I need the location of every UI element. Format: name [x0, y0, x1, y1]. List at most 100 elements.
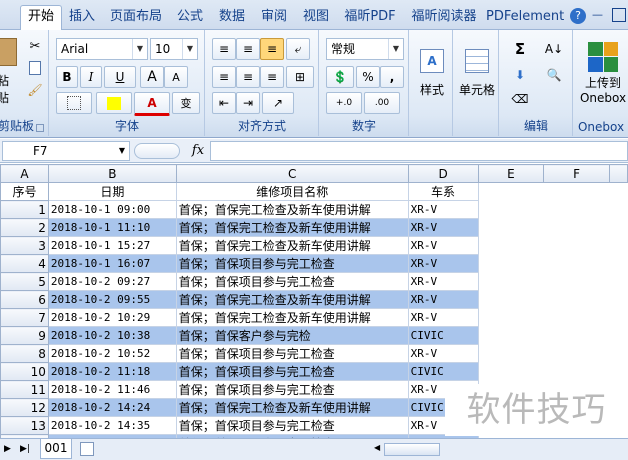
align-right-button[interactable]: ≡	[260, 66, 284, 88]
empty-cell[interactable]	[478, 182, 544, 201]
tab-home[interactable]: 开始	[20, 5, 62, 32]
first-sheet-icon[interactable]: ▶	[4, 442, 16, 456]
date-cell[interactable]: 2018-10-2 09:55	[47, 290, 177, 309]
orientation-button[interactable]: ↗	[262, 92, 294, 114]
item-cell[interactable]: 首保；首保项目参与完工检查	[175, 272, 409, 291]
empty-cell[interactable]	[544, 255, 610, 273]
tab-data[interactable]: 数据	[214, 6, 250, 30]
align-bottom-button[interactable]: ≡	[260, 38, 284, 60]
scroll-left-icon[interactable]: ◀	[374, 443, 382, 455]
name-box[interactable]: F7 ▼	[2, 141, 130, 161]
empty-cell[interactable]	[544, 363, 610, 381]
car-cell[interactable]: XR-V	[407, 254, 479, 273]
empty-cell[interactable]	[544, 201, 610, 219]
last-sheet-icon[interactable]: ▶|	[20, 442, 32, 456]
date-cell[interactable]: 2018-10-2 11:46	[47, 380, 177, 399]
autosum-button[interactable]: Σ	[504, 38, 536, 60]
row-number-cell[interactable]: 4	[0, 254, 49, 273]
empty-cell[interactable]	[544, 345, 610, 363]
item-cell[interactable]: 首保；首保项目参与完工检查	[175, 416, 409, 435]
sheet-tab-001[interactable]: 001	[40, 439, 72, 459]
row-number-cell[interactable]: 8	[0, 344, 49, 363]
underline-button[interactable]: U	[104, 66, 136, 88]
fill-button[interactable]: ⬇	[504, 64, 536, 86]
empty-cell[interactable]	[544, 237, 610, 255]
empty-cell[interactable]	[544, 273, 610, 291]
empty-cell[interactable]	[478, 219, 544, 237]
column-header-b[interactable]: B	[47, 164, 177, 183]
date-cell[interactable]: 2018-10-1 09:00	[47, 200, 177, 219]
grow-font-button[interactable]: A	[140, 66, 164, 88]
copy-icon[interactable]	[24, 58, 46, 78]
date-cell[interactable]: 2018-10-2 14:24	[47, 398, 177, 417]
insert-function-button[interactable]: fx	[188, 141, 208, 161]
empty-cell[interactable]	[478, 291, 544, 309]
row-number-cell[interactable]: 12	[0, 398, 49, 417]
header-cell-item[interactable]: 维修项目名称	[175, 182, 409, 201]
item-cell[interactable]: 首保；首保完工检查及新车使用讲解	[175, 236, 409, 255]
tab-foxit-reader[interactable]: 福昕阅读器	[404, 6, 484, 30]
column-header-a[interactable]: A	[0, 164, 49, 183]
merge-center-button[interactable]: ⊞	[286, 66, 314, 88]
date-cell[interactable]: 2018-10-2 10:52	[47, 344, 177, 363]
date-cell[interactable]: 2018-10-2 10:29	[47, 308, 177, 327]
date-cell[interactable]: 2018-10-2 14:35	[47, 416, 177, 435]
paste-button[interactable]: 粘贴	[0, 36, 20, 108]
car-cell[interactable]: XR-V	[407, 272, 479, 291]
formula-expand-handle[interactable]	[134, 143, 180, 159]
format-painter-icon[interactable]: 🖌	[24, 80, 46, 100]
header-cell-date[interactable]: 日期	[47, 182, 177, 201]
date-cell[interactable]: 2018-10-1 11:10	[47, 218, 177, 237]
find-select-button[interactable]: 🔍	[538, 64, 570, 86]
align-left-button[interactable]: ≡	[212, 66, 236, 88]
item-cell[interactable]: 首保；首保完工检查及新车使用讲解	[175, 290, 409, 309]
column-header-d[interactable]: D	[407, 164, 479, 183]
increase-indent-button[interactable]: ⇥	[236, 92, 260, 114]
align-top-button[interactable]: ≡	[212, 38, 236, 60]
item-cell[interactable]: 首保；首保项目参与完工检查	[175, 380, 409, 399]
empty-cell[interactable]	[478, 309, 544, 327]
empty-cell[interactable]	[478, 273, 544, 291]
font-name-select[interactable]: Arial ▼	[56, 38, 148, 60]
item-cell[interactable]: 首保；首保客户参与完检	[175, 326, 409, 345]
clear-button[interactable]: ⌫	[504, 88, 536, 110]
borders-button[interactable]	[56, 92, 92, 114]
car-cell[interactable]: CIVIC	[407, 362, 479, 381]
empty-cell[interactable]	[478, 327, 544, 345]
date-cell[interactable]: 2018-10-1 16:07	[47, 254, 177, 273]
car-cell[interactable]: XR-V	[407, 218, 479, 237]
item-cell[interactable]: 首保；首保项目参与完工检查	[175, 362, 409, 381]
wrap-text-button[interactable]: ⤶	[286, 38, 310, 60]
empty-cell[interactable]	[543, 182, 610, 201]
cells-button[interactable]: 单元格	[456, 36, 498, 110]
cut-icon[interactable]: ✂	[24, 36, 46, 56]
decrease-decimal-button[interactable]: .00	[364, 92, 400, 114]
row-number-cell[interactable]: 10	[0, 362, 49, 381]
increase-decimal-button[interactable]: +.0	[326, 92, 362, 114]
restore-icon[interactable]	[612, 8, 626, 22]
empty-cell[interactable]	[544, 327, 610, 345]
date-cell[interactable]: 2018-10-1 15:27	[47, 236, 177, 255]
clipboard-launcher-icon[interactable]	[36, 124, 44, 132]
item-cell[interactable]: 首保；首保完工检查及新车使用讲解	[175, 398, 409, 417]
fill-color-button[interactable]	[96, 92, 132, 114]
styles-button[interactable]: A 样式	[412, 36, 452, 110]
empty-cell[interactable]	[544, 309, 610, 327]
tab-review[interactable]: 审阅	[256, 6, 292, 30]
tab-formulas[interactable]: 公式	[172, 6, 208, 30]
date-cell[interactable]: 2018-10-2 10:38	[47, 326, 177, 345]
tab-view[interactable]: 视图	[298, 6, 334, 30]
bold-button[interactable]: B	[56, 66, 78, 88]
car-cell[interactable]: XR-V	[407, 308, 479, 327]
horizontal-scrollbar[interactable]	[384, 443, 440, 456]
item-cell[interactable]: 首保；首保项目参与完工检查	[175, 344, 409, 363]
empty-cell[interactable]	[478, 255, 544, 273]
phonetic-button[interactable]: 变	[172, 92, 200, 114]
minimize-icon[interactable]: —	[592, 8, 606, 22]
header-cell-car[interactable]: 车系	[407, 182, 479, 201]
tab-pdfelement[interactable]: PDFelement	[486, 6, 564, 30]
empty-cell[interactable]	[544, 219, 610, 237]
insert-sheet-icon[interactable]	[76, 441, 100, 457]
font-color-button[interactable]: A	[134, 92, 170, 116]
row-number-cell[interactable]: 5	[0, 272, 49, 291]
